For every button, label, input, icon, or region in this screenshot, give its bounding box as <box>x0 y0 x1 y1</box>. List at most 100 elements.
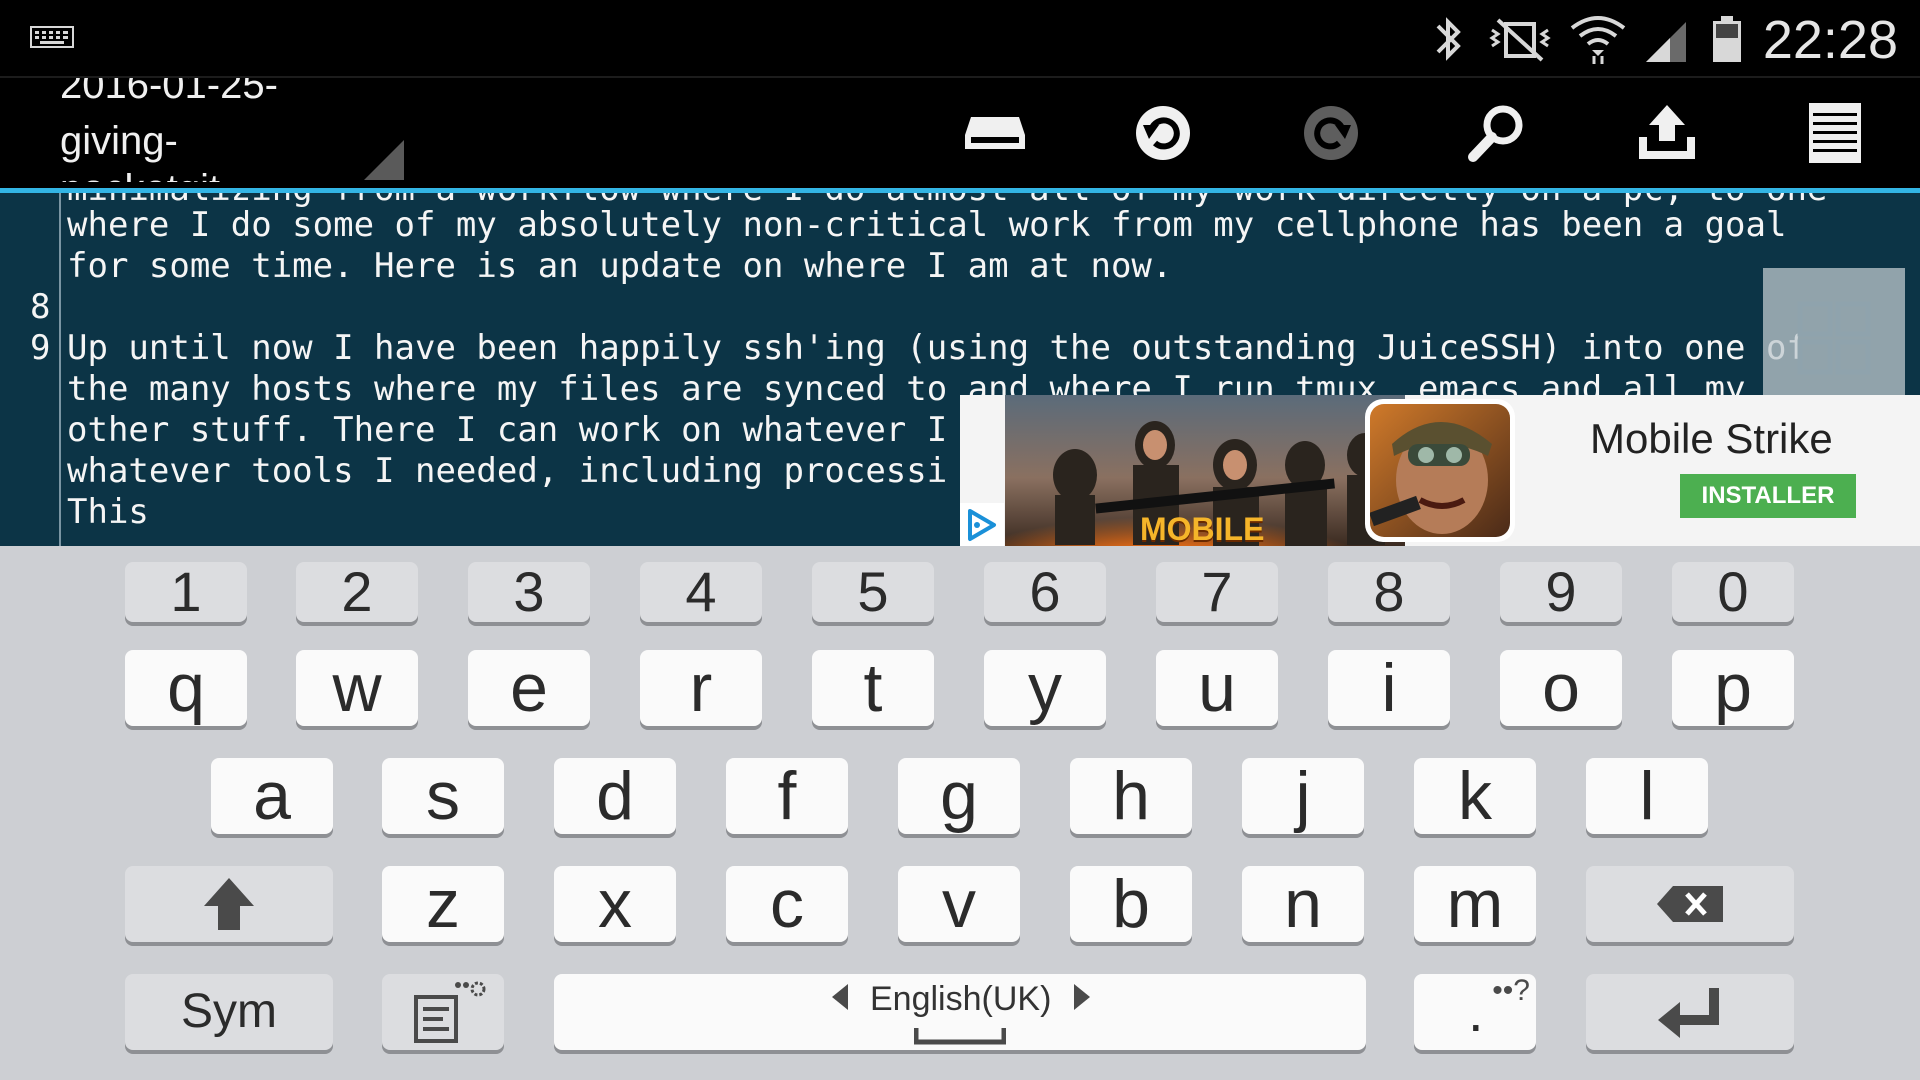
key-label: e <box>510 650 548 726</box>
editor-toolbar: 2016-01-25- giving- pocketgit <box>0 76 1920 188</box>
save-button[interactable] <box>960 98 1030 168</box>
clipboard-icon <box>414 981 486 1043</box>
key-3[interactable]: 3 <box>468 562 590 622</box>
key-label: g <box>940 758 978 834</box>
enter-key[interactable] <box>1586 974 1794 1050</box>
file-name-spinner[interactable]: 2016-01-25- giving- pocketgit <box>60 78 360 182</box>
key-0[interactable]: 0 <box>1672 562 1794 622</box>
key-s[interactable]: s <box>382 758 504 834</box>
key-f[interactable]: f <box>726 758 848 834</box>
key-y[interactable]: y <box>984 650 1106 726</box>
key-g[interactable]: g <box>898 758 1020 834</box>
key-label: Sym <box>181 985 277 1038</box>
status-bar: 22:28 <box>0 0 1920 76</box>
shift-key[interactable] <box>125 866 333 942</box>
search-icon <box>1468 105 1523 162</box>
key-9[interactable]: 9 <box>1500 562 1622 622</box>
clipboard-settings-key[interactable] <box>382 974 504 1050</box>
sym-key[interactable]: Sym <box>125 974 333 1050</box>
key-label: 5 <box>857 560 889 623</box>
key-label: 7 <box>1201 560 1233 623</box>
upload-button[interactable] <box>1632 98 1702 168</box>
key-label: z <box>426 866 460 942</box>
key-z[interactable]: z <box>382 866 504 942</box>
backspace-key[interactable] <box>1586 866 1794 942</box>
key-label: l <box>1639 758 1655 834</box>
key-w[interactable]: w <box>296 650 418 726</box>
redo-icon <box>1304 106 1358 160</box>
space-bar-icon <box>914 1028 1006 1045</box>
file-name-line: 2016-01-25- <box>60 78 278 107</box>
key-i[interactable]: i <box>1328 650 1450 726</box>
enter-icon <box>1658 988 1719 1038</box>
redo-button[interactable] <box>1296 98 1366 168</box>
save-icon <box>965 117 1025 149</box>
key-5[interactable]: 5 <box>812 562 934 622</box>
key-label: o <box>1542 650 1580 726</box>
key-label: 6 <box>1029 560 1061 623</box>
signal-icon <box>1646 22 1686 62</box>
key-h[interactable]: h <box>1070 758 1192 834</box>
key-j[interactable]: j <box>1242 758 1364 834</box>
key-4[interactable]: 4 <box>640 562 762 622</box>
key-r[interactable]: r <box>640 650 762 726</box>
key-d[interactable]: d <box>554 758 676 834</box>
undo-button[interactable] <box>1128 98 1198 168</box>
key-label: y <box>1028 650 1062 726</box>
key-o[interactable]: o <box>1500 650 1622 726</box>
key-u[interactable]: u <box>1156 650 1278 726</box>
space-key[interactable]: English(UK) <box>554 974 1366 1050</box>
shift-arrow-icon <box>204 878 254 930</box>
key-k[interactable]: k <box>1414 758 1536 834</box>
search-button[interactable] <box>1462 98 1532 168</box>
menu-icon <box>1809 103 1861 163</box>
ad-app-icon[interactable] <box>1365 399 1515 542</box>
key-6[interactable]: 6 <box>984 562 1106 622</box>
key-m[interactable]: m <box>1414 866 1536 942</box>
key-label: 4 <box>685 560 717 623</box>
key-e[interactable]: e <box>468 650 590 726</box>
key-a[interactable]: a <box>211 758 333 834</box>
key-1[interactable]: 1 <box>125 562 247 622</box>
key-label: 3 <box>513 560 545 623</box>
editor-line: where I do some of my absolutely non-cri… <box>67 205 1787 245</box>
key-label: u <box>1198 650 1236 726</box>
period-key[interactable]: . ••? <box>1414 974 1536 1050</box>
key-label: c <box>770 866 804 942</box>
key-t[interactable]: t <box>812 650 934 726</box>
key-label: r <box>689 650 713 726</box>
key-l[interactable]: l <box>1586 758 1708 834</box>
key-c[interactable]: c <box>726 866 848 942</box>
key-x[interactable]: x <box>554 866 676 942</box>
key-b[interactable]: b <box>1070 866 1192 942</box>
key-label: v <box>942 866 976 942</box>
key-hint-label: ••? <box>1492 974 1530 1007</box>
multiwindow-button[interactable] <box>1763 268 1905 408</box>
key-p[interactable]: p <box>1672 650 1794 726</box>
key-label: f <box>777 758 797 834</box>
key-q[interactable]: q <box>125 650 247 726</box>
key-n[interactable]: n <box>1242 866 1364 942</box>
adchoices-button[interactable] <box>960 503 1004 546</box>
key-7[interactable]: 7 <box>1156 562 1278 622</box>
bluetooth-icon <box>1436 17 1461 61</box>
backspace-icon <box>1657 886 1723 922</box>
line-number: 8 <box>30 287 51 327</box>
menu-button[interactable] <box>1800 98 1870 168</box>
key-label: w <box>332 650 382 726</box>
ad-banner[interactable]: MOBILE Mobile Strike INSTALLER <box>960 395 1920 546</box>
ad-image-text: MOBILE <box>1140 511 1265 546</box>
key-label: x <box>598 866 632 942</box>
upload-icon <box>1639 105 1695 159</box>
key-label: p <box>1714 650 1752 726</box>
ad-install-button[interactable]: INSTALLER <box>1680 474 1856 518</box>
ad-title: Mobile Strike <box>1590 415 1833 462</box>
key-8[interactable]: 8 <box>1328 562 1450 622</box>
key-label: d <box>596 758 634 834</box>
dropdown-triangle-icon[interactable] <box>364 140 404 180</box>
gutter-divider <box>59 193 61 546</box>
key-v[interactable]: v <box>898 866 1020 942</box>
key-label: t <box>863 650 883 726</box>
key-2[interactable]: 2 <box>296 562 418 622</box>
file-name-line: pocketgit <box>60 164 220 182</box>
